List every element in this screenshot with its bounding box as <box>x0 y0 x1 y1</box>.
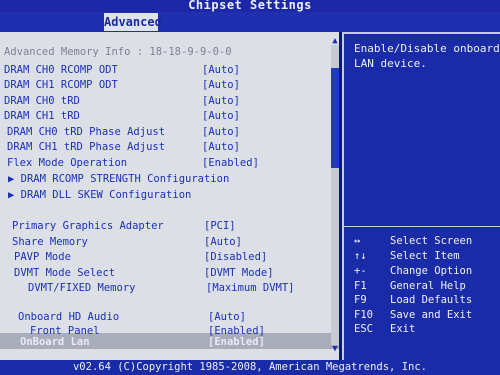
key-desc: Select Screen <box>390 235 473 247</box>
scroll-up-icon[interactable]: ▲ <box>329 36 341 46</box>
title-bar: Chipset Settings <box>0 0 500 12</box>
help-text-line1: Enable/Disable onboard <box>354 42 500 55</box>
setting-label[interactable]: DRAM CH0 tRD <box>4 94 80 108</box>
key-f9: F9 <box>354 294 367 306</box>
key-desc: Change Option <box>390 265 473 277</box>
key-f10: F10 <box>354 309 373 321</box>
setting-value[interactable]: [Disabled] <box>204 250 267 264</box>
bios-screen: Chipset Settings Advanced Advanced Memor… <box>0 0 500 375</box>
help-panel: Enable/Disable onboard LAN device. ↔ Sel… <box>342 32 500 360</box>
setting-value[interactable]: [Auto] <box>204 235 242 249</box>
submenu-arrow-icon: ▶ <box>8 189 15 201</box>
key-arrows-lr: ↔ <box>354 235 361 247</box>
key-desc: Load Defaults <box>390 294 473 306</box>
setting-label[interactable]: DRAM CH1 RCOMP ODT <box>4 78 118 92</box>
setting-value[interactable]: [Auto] <box>202 125 240 139</box>
help-divider <box>344 226 500 227</box>
setting-label[interactable]: DRAM CH1 tRD Phase Adjust <box>7 140 165 154</box>
setting-label[interactable]: Flex Mode Operation <box>7 156 127 170</box>
copyright-footer: v02.64 (C)Copyright 1985-2008, American … <box>0 360 500 375</box>
key-f1: F1 <box>354 280 367 292</box>
submenu-rcomp-strength[interactable]: ▶ DRAM RCOMP STRENGTH Configuration <box>8 172 229 186</box>
setting-value[interactable]: [PCI] <box>204 219 236 233</box>
key-arrows-ud: ↑↓ <box>354 250 367 262</box>
setting-value[interactable]: [Maximum DVMT] <box>206 281 295 295</box>
setting-value[interactable]: [Auto] <box>202 140 240 154</box>
help-text-line2: LAN device. <box>354 57 427 70</box>
tab-advanced[interactable]: Advanced <box>104 13 162 31</box>
setting-value[interactable]: [Auto] <box>202 78 240 92</box>
scrollbar-thumb[interactable] <box>331 68 339 168</box>
key-desc: Exit <box>390 323 416 335</box>
setting-label[interactable]: Share Memory <box>12 235 88 249</box>
key-desc: Select Item <box>390 250 460 262</box>
submenu-arrow-icon: ▶ <box>8 173 15 185</box>
setting-label[interactable]: DRAM CH0 RCOMP ODT <box>4 63 118 77</box>
setting-label[interactable]: DRAM CH1 tRD <box>4 109 80 123</box>
setting-value[interactable]: [Enabled] <box>202 156 259 170</box>
settings-panel: Advanced Memory Info : 18-18-9-9-0-0 DRA… <box>0 32 339 360</box>
tab-row <box>0 12 500 32</box>
key-esc: ESC <box>354 323 373 335</box>
setting-label[interactable]: DRAM CH0 tRD Phase Adjust <box>7 125 165 139</box>
setting-label[interactable]: PAVP Mode <box>14 250 71 264</box>
setting-label[interactable]: Primary Graphics Adapter <box>12 219 164 233</box>
setting-value[interactable]: [Auto] <box>202 63 240 77</box>
key-plus-minus: +- <box>354 265 367 277</box>
setting-value[interactable]: [Auto] <box>202 109 240 123</box>
page-title: Chipset Settings <box>188 0 312 12</box>
setting-value[interactable]: [Auto] <box>202 94 240 108</box>
setting-label[interactable]: DVMT Mode Select <box>14 266 115 280</box>
setting-value-onboard-lan[interactable]: [Enabled] <box>208 335 265 349</box>
setting-label[interactable]: DVMT/FIXED Memory <box>28 281 135 295</box>
setting-value[interactable]: [Auto] <box>208 310 246 324</box>
setting-value[interactable]: [DVMT Mode] <box>204 266 274 280</box>
setting-label-onboard-lan[interactable]: OnBoard Lan <box>20 335 90 349</box>
key-desc: General Help <box>390 280 466 292</box>
key-desc: Save and Exit <box>390 309 473 321</box>
setting-label[interactable]: Onboard HD Audio <box>18 310 119 324</box>
memory-info: Advanced Memory Info : 18-18-9-9-0-0 <box>4 46 232 58</box>
submenu-dll-skew[interactable]: ▶ DRAM DLL SKEW Configuration <box>8 188 191 202</box>
scroll-down-icon[interactable]: ▼ <box>329 344 341 354</box>
